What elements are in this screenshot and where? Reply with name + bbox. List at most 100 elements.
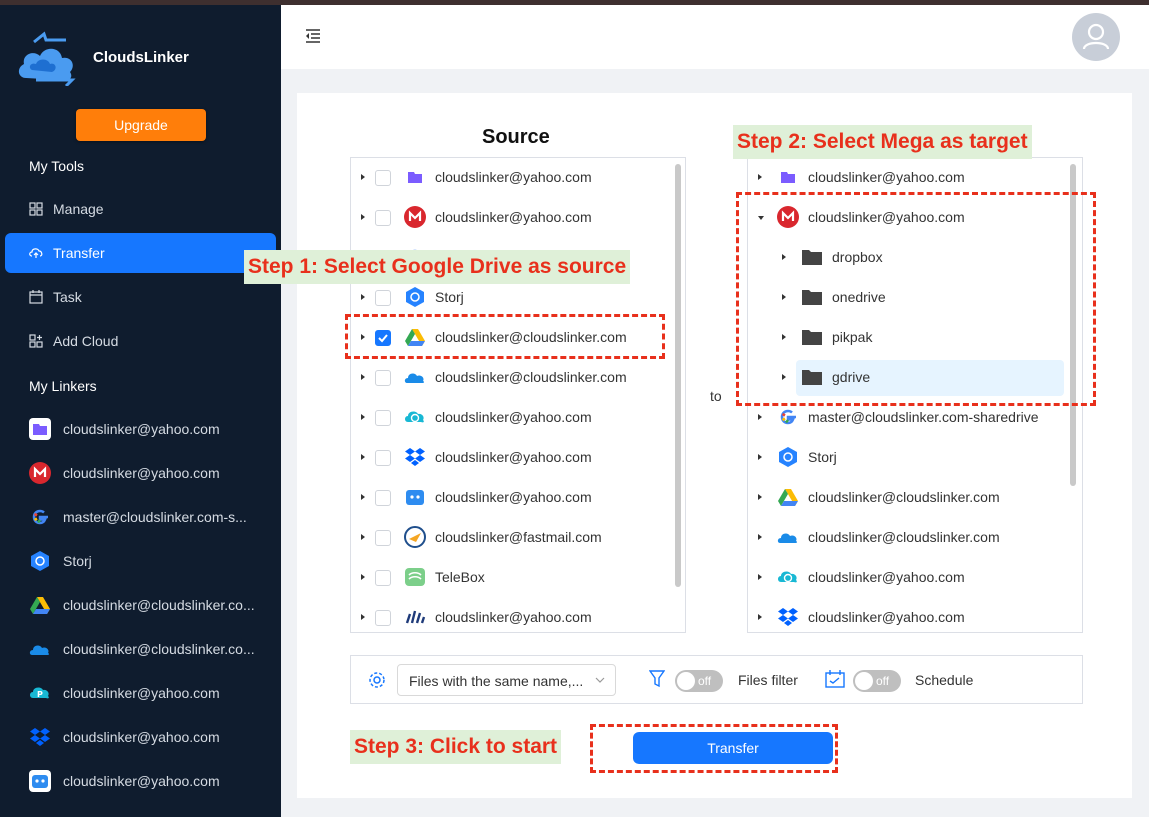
box-robot-icon: [29, 770, 51, 792]
options-bar: Files with the same name,... off Files f…: [350, 655, 1083, 704]
source-row[interactable]: cloudslinker@yahoo.com: [351, 438, 671, 478]
linker-label: cloudslinker@yahoo.com: [63, 685, 220, 701]
conflict-select[interactable]: Files with the same name,...: [397, 664, 616, 696]
expand-caret-icon[interactable]: [758, 574, 762, 580]
source-checkbox[interactable]: [375, 290, 391, 306]
expand-caret-icon[interactable]: [361, 494, 365, 500]
expand-caret-icon[interactable]: [361, 414, 365, 420]
source-row[interactable]: cloudslinker@yahoo.com: [351, 478, 671, 518]
source-checkbox[interactable]: [375, 490, 391, 506]
linker-label: cloudslinker@yahoo.com: [63, 773, 220, 789]
calendar-icon: [29, 290, 43, 304]
expand-caret-icon[interactable]: [361, 454, 365, 460]
expand-caret-icon[interactable]: [758, 494, 762, 500]
target-row[interactable]: Storj: [748, 438, 1068, 478]
nav-label: Transfer: [53, 245, 105, 261]
files-filter-toggle[interactable]: off: [675, 670, 723, 692]
expand-caret-icon[interactable]: [361, 614, 365, 620]
linker-item[interactable]: cloudslinker@cloudslinker.co...: [29, 638, 279, 662]
expand-caret-icon[interactable]: [758, 534, 762, 540]
cloudslinker-logo: [18, 31, 76, 86]
source-checkbox[interactable]: [375, 410, 391, 426]
linker-item[interactable]: cloudslinker@yahoo.com: [29, 770, 279, 794]
add-cloud-icon: [29, 334, 43, 348]
source-checkbox[interactable]: [375, 370, 391, 386]
menu-fold-icon[interactable]: [305, 29, 321, 43]
source-row[interactable]: cloudslinker@yahoo.com: [351, 158, 671, 198]
source-checkbox[interactable]: [375, 210, 391, 226]
source-row-label: cloudslinker@yahoo.com: [435, 489, 592, 505]
target-row[interactable]: cloudslinker@cloudslinker.com: [748, 478, 1068, 518]
linker-item[interactable]: cloudslinker@cloudslinker.co...: [29, 594, 279, 618]
source-row[interactable]: cloudslinker@yahoo.com: [351, 598, 671, 632]
source-row-label: cloudslinker@cloudslinker.com: [435, 369, 627, 385]
source-row[interactable]: cloudslinker@yahoo.com: [351, 398, 671, 438]
nav-label: Add Cloud: [53, 333, 119, 349]
toggle-knob: [855, 672, 873, 690]
linker-label: cloudslinker@yahoo.com: [63, 729, 220, 745]
settings-gear-icon[interactable]: [368, 671, 386, 689]
source-row[interactable]: Storj: [351, 278, 671, 318]
expand-caret-icon[interactable]: [361, 294, 365, 300]
linker-label: Storj: [63, 553, 92, 569]
nav-label: Task: [53, 289, 82, 305]
schedule-label: Schedule: [915, 672, 974, 688]
step2-highlight-box: [736, 192, 1096, 406]
source-row[interactable]: TeleBox: [351, 558, 671, 598]
google-drive-icon: [778, 489, 798, 506]
schedule-toggle[interactable]: off: [853, 670, 901, 692]
expand-caret-icon[interactable]: [758, 614, 762, 620]
nav-item-manage[interactable]: Manage: [5, 189, 276, 229]
expand-caret-icon[interactable]: [361, 574, 365, 580]
linker-item[interactable]: cloudslinker@yahoo.com: [29, 418, 279, 442]
linker-item[interactable]: Storj: [29, 550, 279, 574]
header: [281, 5, 1149, 69]
source-checkbox[interactable]: [375, 530, 391, 546]
source-row-label: cloudslinker@yahoo.com: [435, 609, 592, 625]
source-row-label: cloudslinker@yahoo.com: [435, 409, 592, 425]
expand-caret-icon[interactable]: [361, 214, 365, 220]
linker-item[interactable]: cloudslinker@yahoo.com: [29, 726, 279, 750]
source-row-label: Storj: [435, 289, 464, 305]
target-row[interactable]: cloudslinker@yahoo.com: [748, 558, 1068, 598]
linker-item[interactable]: cloudslinker@yahoo.com: [29, 462, 279, 486]
expand-caret-icon[interactable]: [758, 174, 762, 180]
source-checkbox[interactable]: [375, 610, 391, 626]
source-checkbox[interactable]: [375, 570, 391, 586]
source-row[interactable]: cloudslinker@yahoo.com: [351, 198, 671, 238]
nav-item-task[interactable]: Task: [5, 277, 276, 317]
expand-caret-icon[interactable]: [758, 414, 762, 420]
source-row[interactable]: cloudslinker@fastmail.com: [351, 518, 671, 558]
source-checkbox[interactable]: [375, 170, 391, 186]
upgrade-button[interactable]: Upgrade: [76, 109, 206, 141]
step1-annotation: Step 1: Select Google Drive as source: [244, 250, 631, 284]
onedrive-icon: [777, 533, 798, 543]
target-row-label: cloudslinker@yahoo.com: [808, 569, 965, 585]
source-scrollbar[interactable]: [675, 164, 681, 587]
toggle-knob: [677, 672, 695, 690]
bars-icon: [405, 610, 426, 624]
expand-caret-icon[interactable]: [361, 374, 365, 380]
source-checkbox[interactable]: [375, 450, 391, 466]
expand-caret-icon[interactable]: [758, 454, 762, 460]
fastmail-icon: [404, 526, 426, 548]
user-avatar[interactable]: [1072, 13, 1120, 61]
nav-item-transfer[interactable]: Transfer: [5, 233, 276, 273]
expand-caret-icon[interactable]: [361, 534, 365, 540]
linker-item[interactable]: P cloudslinker@yahoo.com: [29, 682, 279, 706]
linker-label: master@cloudslinker.com-s...: [63, 509, 247, 525]
nav-item-add-cloud[interactable]: Add Cloud: [5, 321, 276, 361]
linker-item[interactable]: master@cloudslinker.com-s...: [29, 506, 279, 530]
google-icon: [780, 409, 796, 425]
target-row-label: master@cloudslinker.com-sharedrive: [808, 409, 1039, 425]
expand-caret-icon[interactable]: [361, 174, 365, 180]
pcloud-icon: [405, 411, 424, 423]
step3-highlight-box: [590, 724, 838, 773]
target-row[interactable]: cloudslinker@yahoo.com: [748, 598, 1068, 632]
my-tools-heading: My Tools: [29, 158, 84, 174]
google-icon: [32, 509, 48, 525]
pcloud-icon: P: [30, 687, 49, 699]
source-row[interactable]: cloudslinker@cloudslinker.com: [351, 358, 671, 398]
target-row[interactable]: cloudslinker@cloudslinker.com: [748, 518, 1068, 558]
toggle-state: off: [698, 674, 712, 688]
